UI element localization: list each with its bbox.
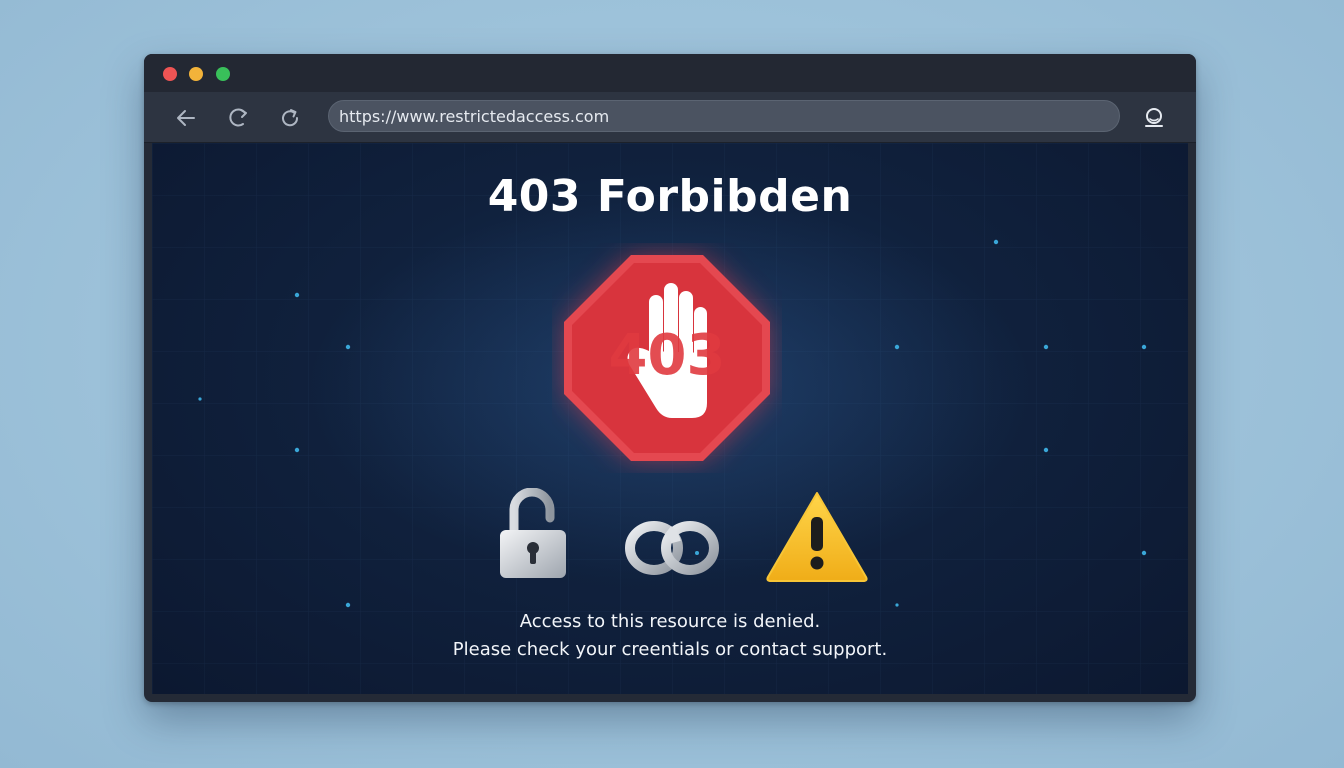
error-message-line-2: Please check your creentials or contact … [452,639,888,660]
error-message-line-1: Access to this resource is denied. [519,611,821,632]
browser-toolbar [144,92,1196,143]
maximize-window-button[interactable] [216,67,230,81]
warning-icon [766,492,868,582]
url-input[interactable] [339,106,1109,126]
close-window-button[interactable] [163,67,177,81]
page-title: 403 Forbibden [487,171,853,222]
arrow-forward-icon [229,108,247,127]
minimize-window-button[interactable] [189,67,203,81]
forward-button[interactable] [224,104,252,132]
stop-sign-code: 403 [609,323,726,388]
lock-icon [500,488,566,578]
profile-icon [1145,108,1163,127]
desktop-background: 403 Forbibden 403 [0,0,1344,768]
error-page: 403 Forbibden 403 Access to this resourc… [152,143,1188,694]
address-bar[interactable] [328,100,1120,132]
browser-window: 403 Forbibden 403 [144,54,1196,702]
back-button[interactable] [172,104,200,132]
reload-icon [282,109,299,127]
arrow-left-icon [177,110,195,126]
chain-link-icon [625,521,719,575]
title-bar [144,54,1196,92]
profile-button[interactable] [1140,104,1168,132]
stop-hand-icon: 403 [564,255,770,461]
reload-button[interactable] [276,104,304,132]
